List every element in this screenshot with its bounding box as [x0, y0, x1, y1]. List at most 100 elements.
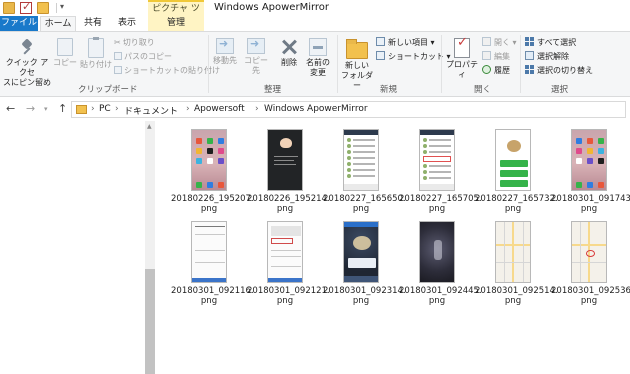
ribbon: クイック アクセ スにピン留め コピー 貼り付け ✂ 切り取り パスのコピー ショ… — [0, 31, 630, 97]
file-name-line2: png — [352, 204, 370, 214]
select-all-label: すべて選択 — [537, 38, 577, 47]
file-name-line1: 20180301_092445. — [399, 286, 482, 296]
title-bar: ▾ ピクチャ ツール Windows ApowerMirror — [0, 0, 630, 29]
new-item-icon — [376, 37, 385, 46]
properties-quick-icon[interactable] — [20, 0, 32, 14]
folder-icon — [3, 2, 15, 14]
file-name-line2: png — [276, 296, 294, 306]
file-item[interactable]: 20180301_092314. png — [323, 221, 406, 306]
file-item[interactable]: 20180227_165732. png — [475, 129, 558, 214]
image-thumbnail — [495, 129, 531, 191]
paste-label: 貼り付け — [80, 60, 112, 69]
history-label: 履歴 — [494, 66, 510, 75]
select-all-button[interactable]: すべて選択 — [525, 37, 576, 48]
scroll-up-arrow-icon[interactable]: ▲ — [147, 123, 152, 130]
tab-share[interactable]: 共有 — [80, 16, 106, 31]
copy-button[interactable]: コピー — [52, 38, 78, 68]
file-item[interactable]: 20180227_165650. png — [323, 129, 406, 214]
navigation-scrollbar-thumb[interactable] — [145, 269, 155, 374]
up-arrow-icon[interactable]: ↑ — [58, 102, 67, 115]
file-name: 20180301_091743. png — [551, 194, 630, 214]
breadcrumb-chevron-icon[interactable]: › — [255, 104, 259, 114]
file-item[interactable]: 20180301_092445. png — [399, 221, 482, 306]
ribbon-separator — [337, 35, 338, 93]
cut-button[interactable]: ✂ 切り取り — [114, 37, 155, 48]
new-folder-icon — [346, 39, 368, 59]
window-title: Windows ApowerMirror — [214, 2, 330, 13]
move-to-button[interactable]: 移動先 — [211, 38, 239, 66]
scissors-icon: ✂ — [114, 38, 121, 47]
image-thumbnail — [191, 221, 227, 283]
rename-icon — [309, 38, 327, 56]
select-none-button[interactable]: 選択解除 — [525, 51, 569, 62]
new-folder-label-line1: 新しい — [345, 61, 369, 70]
file-item[interactable]: 20180301_092514. png — [475, 221, 558, 306]
file-item[interactable]: 20180301_092536. png — [551, 221, 630, 306]
address-bar: ← → ▾ ↑ › PC › ドキュメント › Apowersoft › Win… — [0, 98, 630, 121]
copy-to-button[interactable]: コピー先 — [241, 38, 271, 76]
delete-icon — [280, 38, 298, 56]
new-folder-button[interactable]: 新しい フォルダー — [340, 38, 374, 91]
breadcrumb-documents[interactable]: ドキュメント — [124, 104, 178, 117]
file-name-line2: png — [428, 296, 446, 306]
file-name-line2: png — [276, 204, 294, 214]
edit-button[interactable]: 編集 — [482, 51, 510, 62]
new-item-button[interactable]: 新しい項目 ▾ — [376, 37, 435, 48]
back-arrow-icon[interactable]: ← — [6, 102, 15, 115]
delete-label: 削除 — [281, 58, 297, 67]
breadcrumb-chevron-icon[interactable]: › — [115, 104, 119, 114]
rename-button[interactable]: 名前の 変更 — [304, 38, 332, 78]
move-to-icon — [216, 38, 234, 54]
history-button[interactable]: 履歴 — [482, 65, 510, 76]
breadcrumb-current-folder[interactable]: Windows ApowerMirror — [264, 104, 368, 114]
file-item[interactable]: 20180301_092121. png — [247, 221, 330, 306]
cut-label: 切り取り — [122, 38, 155, 47]
file-item[interactable]: 20180301_091743. png — [551, 129, 630, 214]
file-name-line1: 20180301_092121. — [247, 286, 330, 296]
open-button[interactable]: 開く ▾ — [482, 37, 517, 48]
file-name: 20180227_165650. png — [323, 194, 406, 214]
new-folder-quick-icon[interactable] — [37, 2, 49, 14]
breadcrumb-chevron-icon[interactable]: › — [186, 104, 190, 114]
invert-selection-icon — [525, 65, 534, 74]
copy-label: コピー — [53, 58, 77, 67]
address-box[interactable]: › PC › ドキュメント › Apowersoft › Windows Apo… — [71, 101, 626, 118]
tab-manage[interactable]: 管理 — [148, 16, 204, 31]
file-name: 20180301_092116. png — [171, 286, 254, 306]
pin-icon — [18, 38, 36, 56]
file-name-line2: png — [200, 204, 218, 214]
file-name-line1: 20180227_165705. — [399, 194, 482, 204]
forward-arrow-icon[interactable]: → — [26, 102, 35, 115]
pin-to-quick-access-button[interactable]: クイック アクセ スにピン留め — [3, 38, 51, 88]
properties-button[interactable]: プロパティ — [444, 38, 480, 80]
tab-view[interactable]: 表示 — [114, 16, 140, 31]
copy-path-icon — [114, 52, 122, 60]
file-item[interactable]: 20180226_195207. png — [171, 129, 254, 214]
recent-locations-chevron-icon[interactable]: ▾ — [44, 105, 48, 113]
file-item[interactable]: 20180227_165705. png — [399, 129, 482, 214]
file-item[interactable]: 20180301_092116. png — [171, 221, 254, 306]
file-name-line1: 20180301_092116. — [171, 286, 254, 296]
delete-button[interactable]: 削除 — [276, 38, 302, 68]
ribbon-separator — [520, 35, 521, 93]
open-label: 開く ▾ — [494, 38, 517, 47]
breadcrumb-apowersoft[interactable]: Apowersoft — [194, 104, 245, 114]
navigation-pane[interactable]: ▲ — [0, 121, 157, 374]
file-name: 20180301_092121. png — [247, 286, 330, 306]
easy-access-shortcut-button[interactable]: ショートカット ▾ — [376, 51, 451, 62]
file-item[interactable]: 20180226_195214. png — [247, 129, 330, 214]
rename-label-line1: 名前の — [306, 58, 330, 67]
folder-icon — [76, 105, 87, 114]
tab-home[interactable]: ホーム — [40, 16, 76, 31]
file-name: 20180226_195214. png — [247, 194, 330, 214]
file-name-line2: png — [504, 204, 522, 214]
edit-label: 編集 — [494, 52, 510, 61]
copy-path-button[interactable]: パスのコピー — [114, 51, 172, 62]
breadcrumb-pc[interactable]: PC — [99, 104, 111, 114]
tab-file[interactable]: ファイル — [0, 16, 38, 31]
quick-access-dropdown-icon[interactable]: ▾ — [60, 2, 64, 11]
invert-selection-button[interactable]: 選択の切り替え — [525, 65, 593, 76]
paste-button[interactable]: 貼り付け — [80, 37, 112, 70]
breadcrumb-chevron-icon[interactable]: › — [91, 104, 95, 114]
paste-shortcut-button[interactable]: ショートカットの貼り付け — [114, 65, 220, 76]
